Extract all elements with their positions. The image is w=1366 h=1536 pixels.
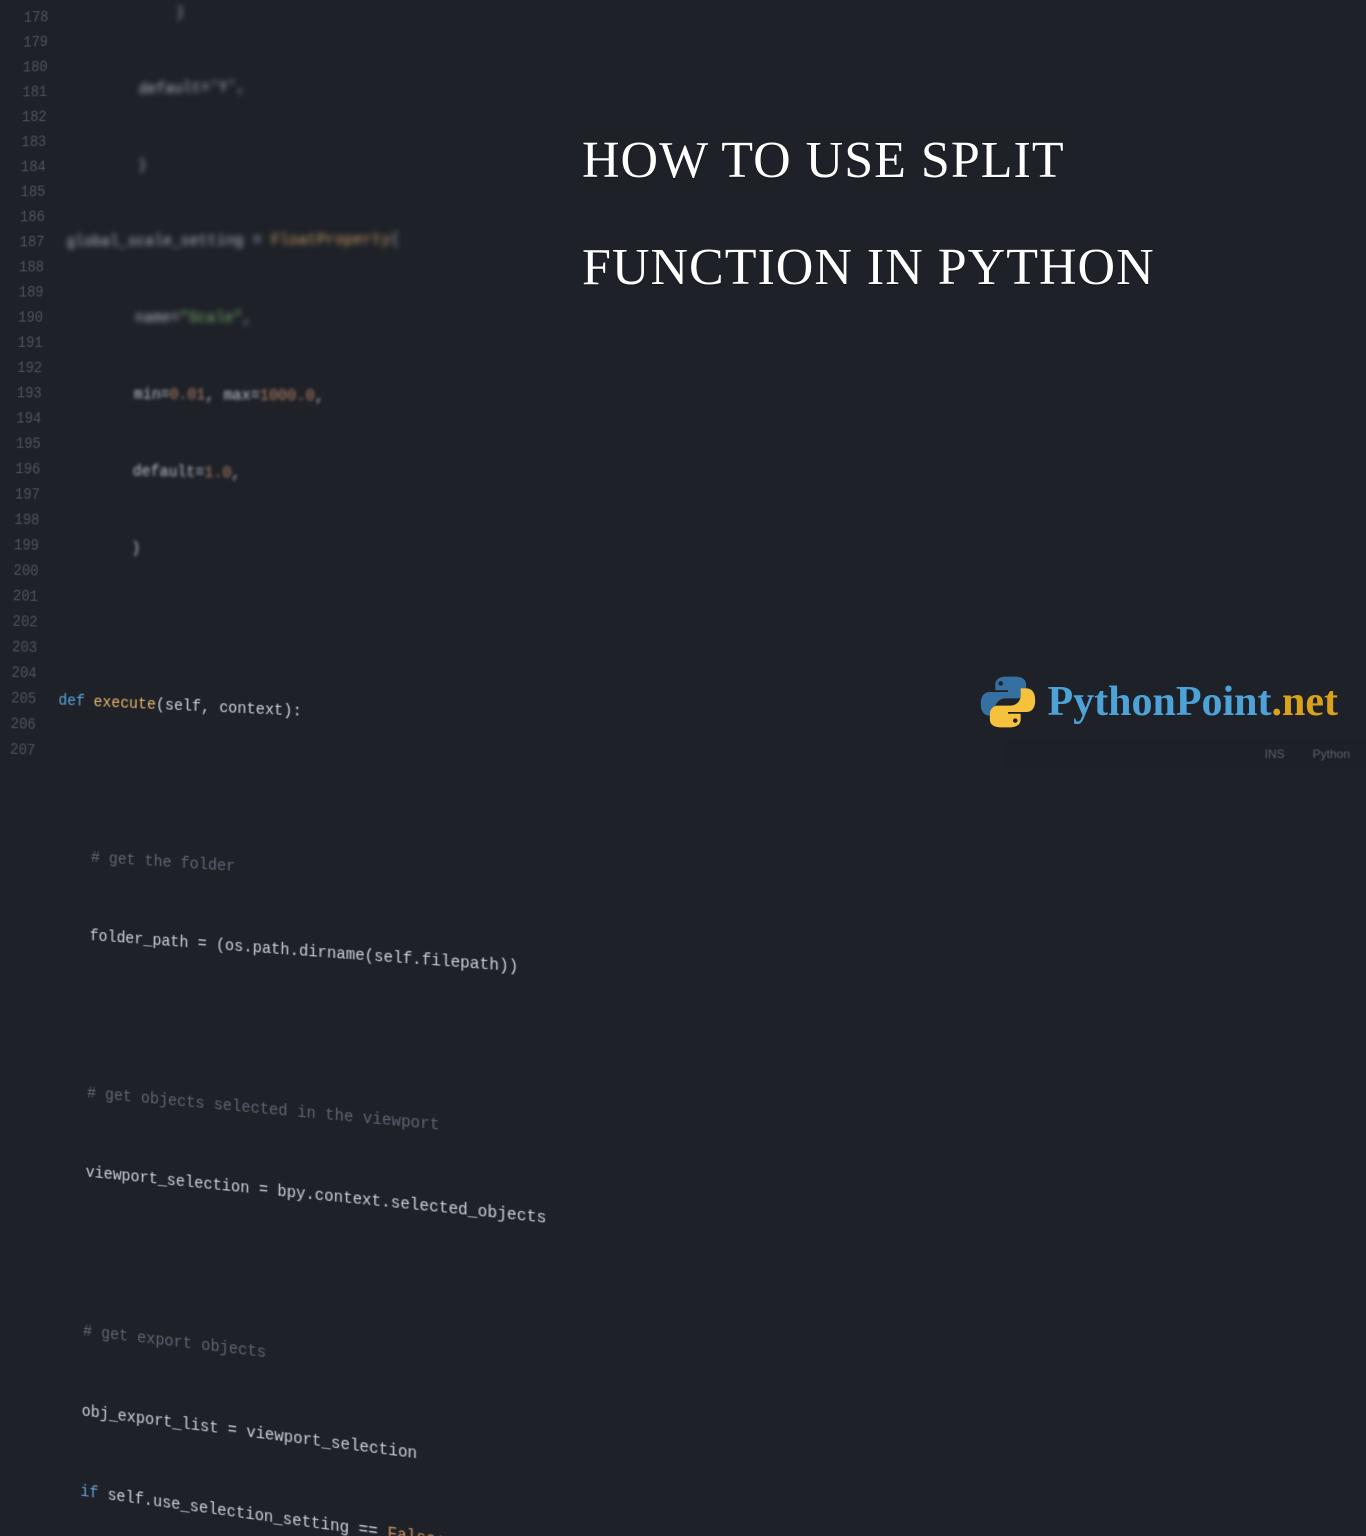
code-token: default='Y',: [69, 79, 246, 100]
code-token: global_scale_setting =: [66, 233, 271, 252]
code-token: ,: [242, 310, 251, 327]
code-token: ,: [315, 388, 324, 406]
code-token: default=: [62, 462, 204, 482]
code-comment: # get objects selected in the viewport: [51, 1082, 439, 1135]
pythonpoint-logo: PythonPoint.net: [979, 673, 1338, 731]
code-token: ,: [231, 465, 240, 482]
code-token: (: [391, 232, 401, 250]
python-icon: [979, 673, 1037, 731]
code-token: name=: [65, 310, 180, 327]
code-token: min=: [64, 386, 170, 404]
line-number-gutter: 176 177 178 179 180 181 182 183 184 185 …: [0, 0, 60, 797]
status-language: Python: [1313, 747, 1350, 761]
code-token: execute: [93, 694, 156, 714]
logo-tld: .net: [1272, 679, 1339, 725]
code-token: ): [70, 5, 184, 26]
logo-name: PythonPoint: [1047, 679, 1271, 725]
code-comment: # get the folder: [56, 848, 236, 877]
code-token: def: [58, 693, 94, 712]
code-token: self.use_selection_setting ==: [98, 1486, 387, 1536]
code-token: (self, context):: [156, 697, 302, 721]
code-token: viewport_selection = bpy.context.selecte…: [50, 1161, 546, 1229]
logo-text: PythonPoint.net: [1047, 678, 1338, 726]
code-token: 1000.0: [260, 388, 315, 406]
code-token: 0.01: [169, 387, 205, 405]
code-token: obj_export_list = viewport_selection: [46, 1399, 417, 1465]
code-token: :: [436, 1532, 446, 1536]
code-token: FloatProperty: [271, 232, 391, 250]
code-token: if: [44, 1478, 98, 1503]
status-insert-mode: INS: [1265, 747, 1285, 761]
status-bar: INS Python: [1006, 738, 1366, 768]
code-token: "Scale": [180, 310, 243, 327]
code-token: , max=: [205, 387, 260, 405]
code-comment: # get export objects: [47, 1319, 266, 1363]
code-token: False: [387, 1525, 436, 1536]
code-token: 1.0: [204, 465, 231, 483]
code-token: ): [61, 539, 141, 558]
code-token: ): [68, 158, 147, 176]
featured-title: HOW TO USE SPLIT FUNCTION IN PYTHON: [582, 108, 1312, 321]
code-token: folder_path = (os.path.dirname(self.file…: [54, 925, 518, 977]
